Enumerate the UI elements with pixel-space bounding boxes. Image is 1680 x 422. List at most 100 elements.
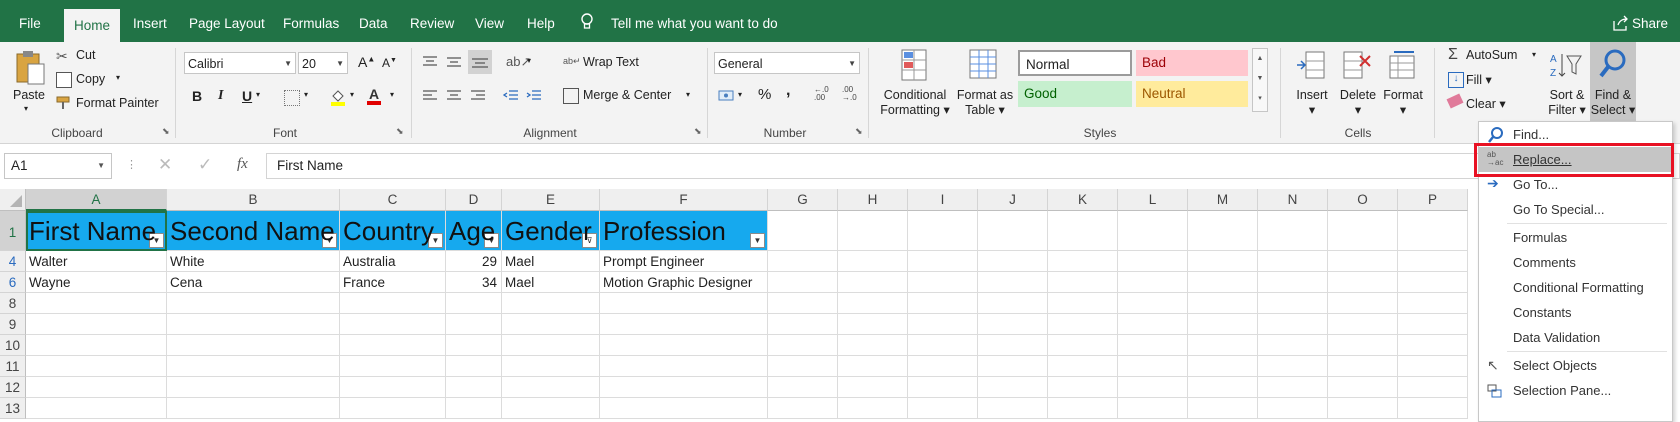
clear-button[interactable]: Clear ▾ [1466,96,1506,111]
empty-cell[interactable] [1258,377,1328,398]
style-good[interactable]: Good [1018,81,1132,107]
merge-center-dropdown-arrow[interactable]: ▾ [686,90,690,99]
empty-cell[interactable] [1048,377,1118,398]
fill-color-icon[interactable] [330,88,346,106]
number-format-select[interactable]: General ▼ [714,52,860,74]
empty-cell[interactable] [1048,211,1118,251]
row-header-9[interactable]: 9 [0,314,26,335]
menu-item-select-objects[interactable]: ↖ Select Objects [1479,353,1672,378]
empty-cell[interactable] [1328,356,1398,377]
table-header-cell[interactable]: Gender ⊽ [502,211,600,251]
decrease-decimal-icon[interactable]: .00 →.0 [842,86,862,104]
tab-formulas[interactable]: Formulas [274,0,348,42]
empty-cell[interactable] [1258,314,1328,335]
menu-item-conditional-formatting[interactable]: Conditional Formatting [1479,275,1672,300]
styles-gallery-scroll[interactable]: ▲ ▼ ▾ [1252,48,1268,112]
empty-cell[interactable] [978,398,1048,419]
empty-cell[interactable] [1258,211,1328,251]
empty-cell[interactable] [26,335,167,356]
tab-review[interactable]: Review [401,0,463,42]
empty-cell[interactable] [1188,251,1258,272]
empty-cell[interactable] [446,293,502,314]
shrink-font-button[interactable]: A▼ [382,56,397,70]
table-cell[interactable]: Motion Graphic Designer [600,272,768,293]
empty-cell[interactable] [1048,251,1118,272]
empty-cell[interactable] [1398,293,1468,314]
empty-cell[interactable] [768,398,838,419]
accounting-format-icon[interactable] [718,88,736,102]
tab-home[interactable]: Home [64,9,120,42]
empty-cell[interactable] [600,335,768,356]
empty-cell[interactable] [1258,272,1328,293]
table-cell[interactable]: Mael [502,251,600,272]
percent-style-button[interactable]: % [758,86,771,103]
empty-cell[interactable] [1118,272,1188,293]
empty-cell[interactable] [1188,314,1258,335]
autosum-dropdown-arrow[interactable]: ▾ [1532,50,1536,59]
empty-cell[interactable] [838,356,908,377]
row-header-8[interactable]: 8 [0,293,26,314]
merge-center-button[interactable]: Merge & Center [583,88,671,102]
table-cell[interactable]: 29 [446,251,502,272]
number-launcher-icon[interactable]: ⬊ [855,126,863,137]
borders-icon[interactable] [284,90,300,106]
column-header-o[interactable]: O [1328,189,1398,211]
empty-cell[interactable] [978,377,1048,398]
paste-dropdown-arrow[interactable]: ▾ [24,104,28,113]
column-header-l[interactable]: L [1118,189,1188,211]
empty-cell[interactable] [1118,335,1188,356]
empty-cell[interactable] [1118,314,1188,335]
empty-cell[interactable] [600,398,768,419]
tab-file[interactable]: File [10,0,50,42]
empty-cell[interactable] [1048,272,1118,293]
row-header-13[interactable]: 13 [0,398,26,419]
empty-cell[interactable] [1188,211,1258,251]
underline-button[interactable]: U [242,88,252,104]
menu-item-comments[interactable]: Comments [1479,250,1672,275]
empty-cell[interactable] [1118,251,1188,272]
empty-cell[interactable] [768,211,838,251]
empty-cell[interactable] [1188,293,1258,314]
top-align-icon[interactable] [422,56,438,68]
empty-cell[interactable] [340,377,446,398]
table-cell[interactable]: Australia [340,251,446,272]
empty-cell[interactable] [600,377,768,398]
share-button[interactable]: Share [1632,0,1668,42]
table-cell[interactable]: White [167,251,340,272]
row-header-12[interactable]: 12 [0,377,26,398]
copy-button[interactable]: Copy [76,72,105,86]
borders-dropdown-arrow[interactable]: ▾ [304,90,308,99]
column-header-g[interactable]: G [768,189,838,211]
empty-cell[interactable] [768,377,838,398]
empty-cell[interactable] [446,335,502,356]
tell-me-search[interactable]: Tell me what you want to do [602,0,787,42]
empty-cell[interactable] [838,335,908,356]
empty-cell[interactable] [768,335,838,356]
empty-cell[interactable] [838,398,908,419]
empty-cell[interactable] [1258,398,1328,419]
empty-cell[interactable] [1328,293,1398,314]
fill-button[interactable]: Fill ▾ [1466,72,1492,87]
empty-cell[interactable] [1188,377,1258,398]
empty-cell[interactable] [26,293,167,314]
formula-input[interactable]: First Name [266,153,1680,179]
increase-indent-icon[interactable] [526,90,542,102]
empty-cell[interactable] [1398,251,1468,272]
empty-cell[interactable] [167,335,340,356]
comma-style-button[interactable]: , [786,82,790,100]
column-header-m[interactable]: M [1188,189,1258,211]
column-header-j[interactable]: J [978,189,1048,211]
empty-cell[interactable] [340,356,446,377]
empty-cell[interactable] [838,293,908,314]
empty-cell[interactable] [1188,356,1258,377]
empty-cell[interactable] [838,211,908,251]
empty-cell[interactable] [1398,356,1468,377]
empty-cell[interactable] [908,251,978,272]
bold-button[interactable]: B [192,88,202,104]
empty-cell[interactable] [1118,356,1188,377]
empty-cell[interactable] [978,335,1048,356]
empty-cell[interactable] [340,335,446,356]
table-cell[interactable]: Walter [26,251,167,272]
middle-align-icon[interactable] [446,56,462,68]
empty-cell[interactable] [1118,377,1188,398]
